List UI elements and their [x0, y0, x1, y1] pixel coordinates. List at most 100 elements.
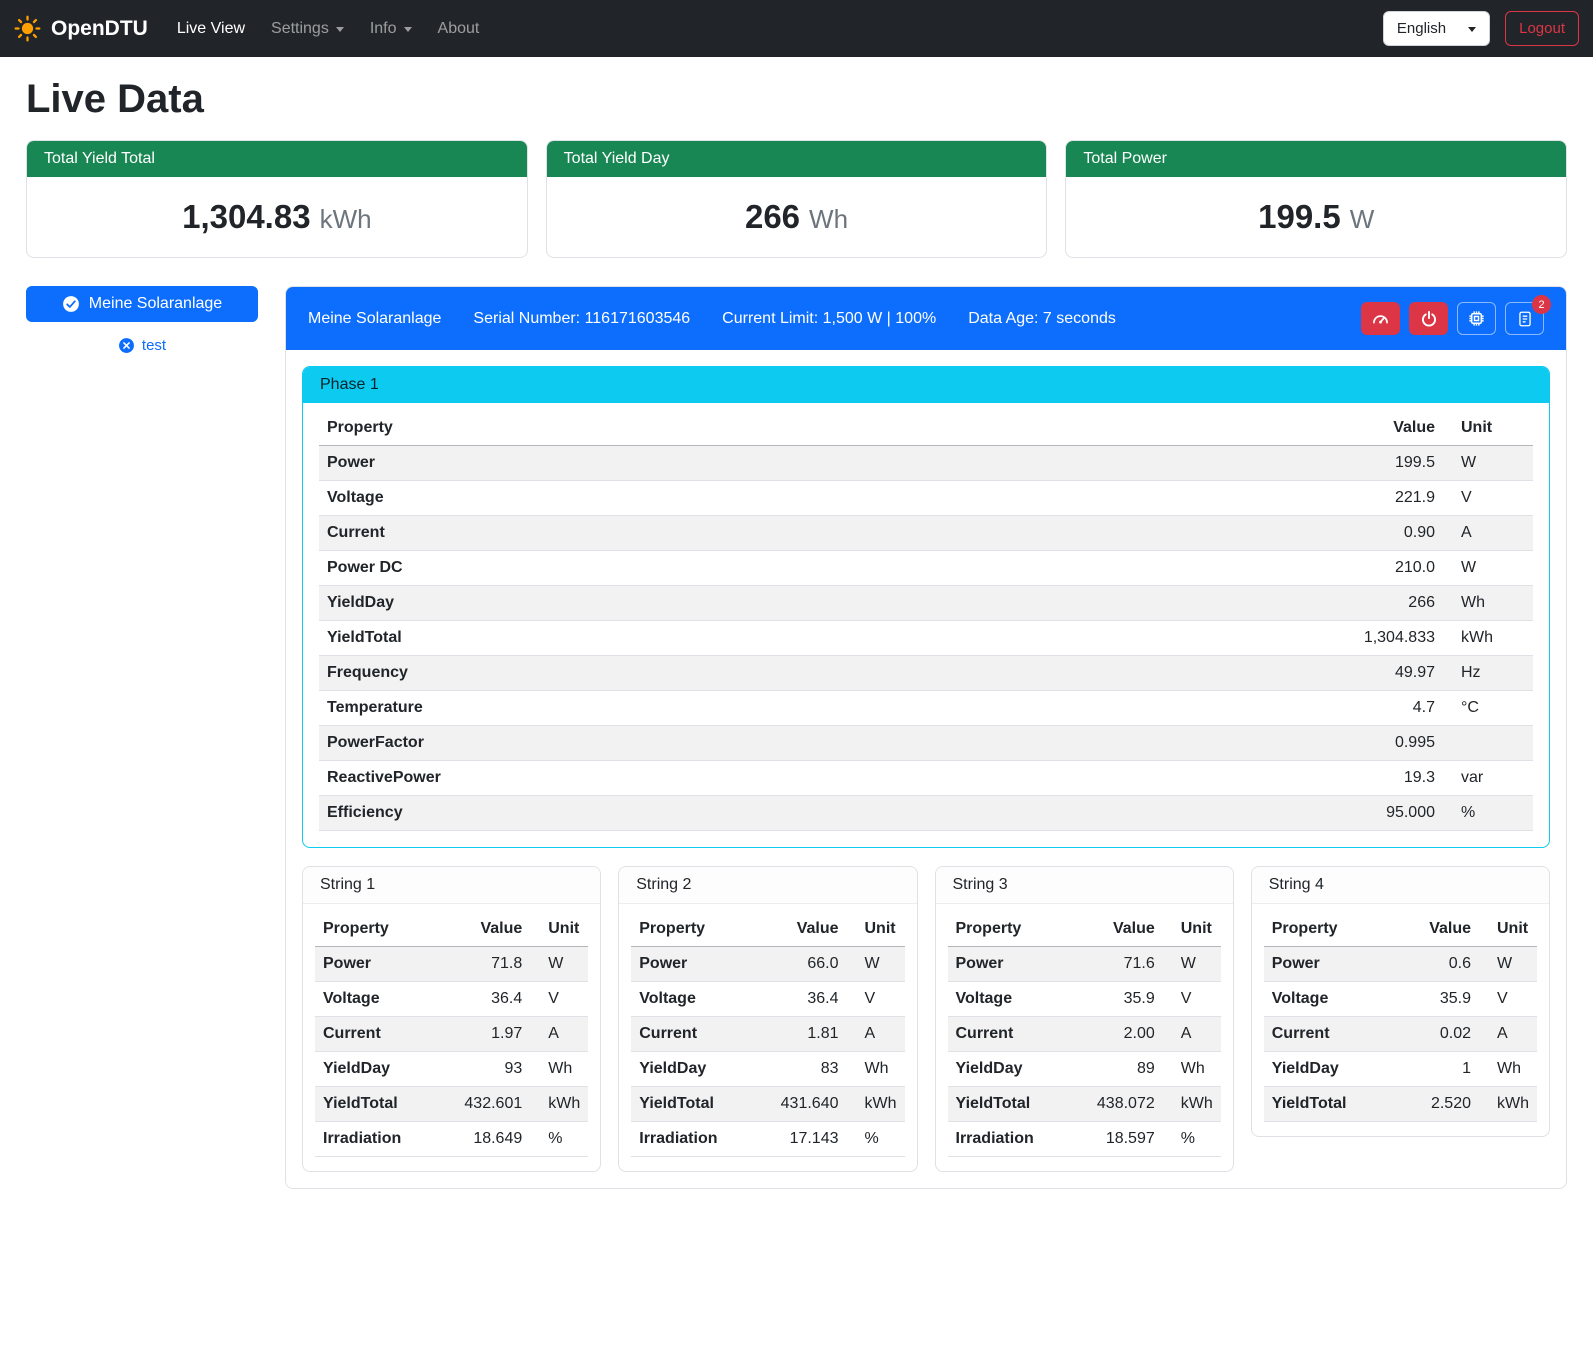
x-circle-icon — [118, 337, 135, 354]
col-value: Value — [436, 912, 531, 947]
table-row: Current1.81A — [631, 1017, 904, 1052]
card-header: Total Yield Day — [547, 141, 1047, 177]
table-row: Voltage36.4V — [631, 982, 904, 1017]
page-title: Live Data — [26, 77, 1567, 122]
table-row: YieldDay89Wh — [948, 1052, 1221, 1087]
power-icon — [1420, 310, 1438, 328]
string-card-header: String 2 — [619, 867, 916, 904]
journal-list-icon — [1516, 310, 1534, 328]
table-row: Voltage36.4V — [315, 982, 588, 1017]
string-card-2: String 2 Property Value Unit — [618, 866, 917, 1172]
total-yield-total-unit: kWh — [320, 204, 372, 234]
power-button[interactable] — [1409, 302, 1448, 335]
string-card-4: String 4 Property Value Unit — [1251, 866, 1550, 1137]
summary-cards-row: Total Yield Total 1,304.83 kWh Total Yiel… — [26, 140, 1567, 258]
speedometer-icon — [1371, 309, 1390, 328]
brand[interactable]: OpenDTU — [14, 15, 148, 42]
col-value: Value — [1395, 912, 1479, 947]
table-header-row: Property Value Unit — [315, 912, 588, 947]
total-yield-day-unit: Wh — [809, 204, 848, 234]
inverter-current-limit: Current Limit: 1,500 W | 100% — [722, 310, 936, 328]
string-card-3: String 3 Property Value Unit — [935, 866, 1234, 1172]
logout-button[interactable]: Logout — [1505, 11, 1579, 46]
table-row: Irradiation18.597% — [948, 1122, 1221, 1157]
col-unit: Unit — [1163, 912, 1221, 947]
nav-item-about[interactable]: About — [425, 12, 493, 46]
table-row: YieldDay1Wh — [1264, 1052, 1537, 1087]
col-property: Property — [1264, 912, 1395, 947]
inverter-sidebar: Meine Solaranlage test — [26, 286, 258, 354]
table-header-row: Property Value Unit — [631, 912, 904, 947]
col-unit: Unit — [530, 912, 588, 947]
nav-item-info[interactable]: Info — [357, 12, 425, 46]
table-row: Power71.6W — [948, 947, 1221, 982]
table-row: YieldDay83Wh — [631, 1052, 904, 1087]
phase-card: Phase 1 Property Value Unit Power199.5WV… — [302, 366, 1550, 848]
language-select-value: English — [1397, 20, 1446, 37]
table-row: Power66.0W — [631, 947, 904, 982]
string-card-body: Property Value Unit Power0.6WVoltage35.9… — [1252, 904, 1549, 1136]
col-unit: Unit — [1479, 912, 1537, 947]
page-container: Live Data Total Yield Total 1,304.83 kWh … — [0, 57, 1593, 1217]
event-log-button[interactable]: 2 — [1505, 302, 1544, 335]
device-info-button[interactable] — [1457, 302, 1496, 335]
limit-settings-button[interactable] — [1361, 302, 1400, 335]
table-header-row: Property Value Unit — [1264, 912, 1537, 947]
inverter-select-button[interactable]: Meine Solaranlage — [26, 286, 258, 322]
string-card-header: String 4 — [1252, 867, 1549, 904]
table-row: Efficiency95.000% — [319, 796, 1533, 831]
total-yield-total-value: 1,304.83 — [182, 198, 310, 235]
nav-item-settings[interactable]: Settings — [258, 12, 357, 46]
table-row: YieldTotal431.640kWh — [631, 1087, 904, 1122]
table-row: Voltage35.9V — [1264, 982, 1537, 1017]
content-row: Meine Solaranlage test Meine Solaranlage… — [26, 286, 1567, 1189]
phase-card-body: Property Value Unit Power199.5WVoltage22… — [303, 403, 1549, 847]
card-total-yield-total: Total Yield Total 1,304.83 kWh — [26, 140, 528, 258]
table-row: YieldTotal2.520kWh — [1264, 1087, 1537, 1122]
inverter-actions: 2 — [1361, 302, 1544, 335]
col-unit: Unit — [847, 912, 905, 947]
string-3-table: Property Value Unit Power71.6WVoltage35.… — [948, 912, 1221, 1157]
inverter-name: Meine Solaranlage — [308, 310, 441, 328]
col-property: Property — [631, 912, 752, 947]
table-row: Current1.97A — [315, 1017, 588, 1052]
language-select[interactable]: English — [1383, 11, 1490, 46]
string-card-1: String 1 Property Value Unit — [302, 866, 601, 1172]
card-header: Total Yield Total — [27, 141, 527, 177]
col-property: Property — [948, 912, 1069, 947]
strings-grid: String 1 Property Value Unit — [302, 866, 1550, 1172]
check-circle-icon — [62, 295, 80, 313]
table-row: Current0.02A — [1264, 1017, 1537, 1052]
table-row: Power DC210.0W — [319, 551, 1533, 586]
card-header: Total Power — [1066, 141, 1566, 177]
table-row: YieldTotal432.601kWh — [315, 1087, 588, 1122]
table-row: Voltage35.9V — [948, 982, 1221, 1017]
navbar-right: English Logout — [1383, 11, 1579, 46]
table-header-row: Property Value Unit — [319, 411, 1533, 446]
total-yield-day-value: 266 — [745, 198, 800, 235]
chevron-down-icon — [336, 27, 344, 32]
inverter-data-age: Data Age: 7 seconds — [968, 310, 1116, 328]
card-body: 266 Wh — [547, 177, 1047, 257]
inverter-card-header: Meine Solaranlage Serial Number: 1161716… — [286, 287, 1566, 350]
col-property: Property — [319, 411, 991, 446]
col-property: Property — [315, 912, 436, 947]
table-row: YieldDay93Wh — [315, 1052, 588, 1087]
string-card-body: Property Value Unit Power71.6WVoltage35.… — [936, 904, 1233, 1171]
phase-card-header: Phase 1 — [303, 367, 1549, 403]
inverter-item-test[interactable]: test — [26, 337, 258, 354]
table-row: Temperature4.7°C — [319, 691, 1533, 726]
inverter-select-label: Meine Solaranlage — [89, 295, 222, 313]
table-row: ReactivePower19.3var — [319, 761, 1533, 796]
brand-label: OpenDTU — [51, 17, 148, 41]
table-row: Irradiation17.143% — [631, 1122, 904, 1157]
inverter-card-body: Phase 1 Property Value Unit Power199.5WV… — [286, 350, 1566, 1188]
col-value: Value — [1068, 912, 1163, 947]
string-1-table: Property Value Unit Power71.8WVoltage36.… — [315, 912, 588, 1157]
cpu-chip-icon — [1467, 309, 1486, 328]
string-4-table: Property Value Unit Power0.6WVoltage35.9… — [1264, 912, 1537, 1122]
table-row: YieldTotal438.072kWh — [948, 1087, 1221, 1122]
nav-item-live-view[interactable]: Live View — [164, 12, 258, 46]
table-row: Current2.00A — [948, 1017, 1221, 1052]
table-row: Current0.90A — [319, 516, 1533, 551]
